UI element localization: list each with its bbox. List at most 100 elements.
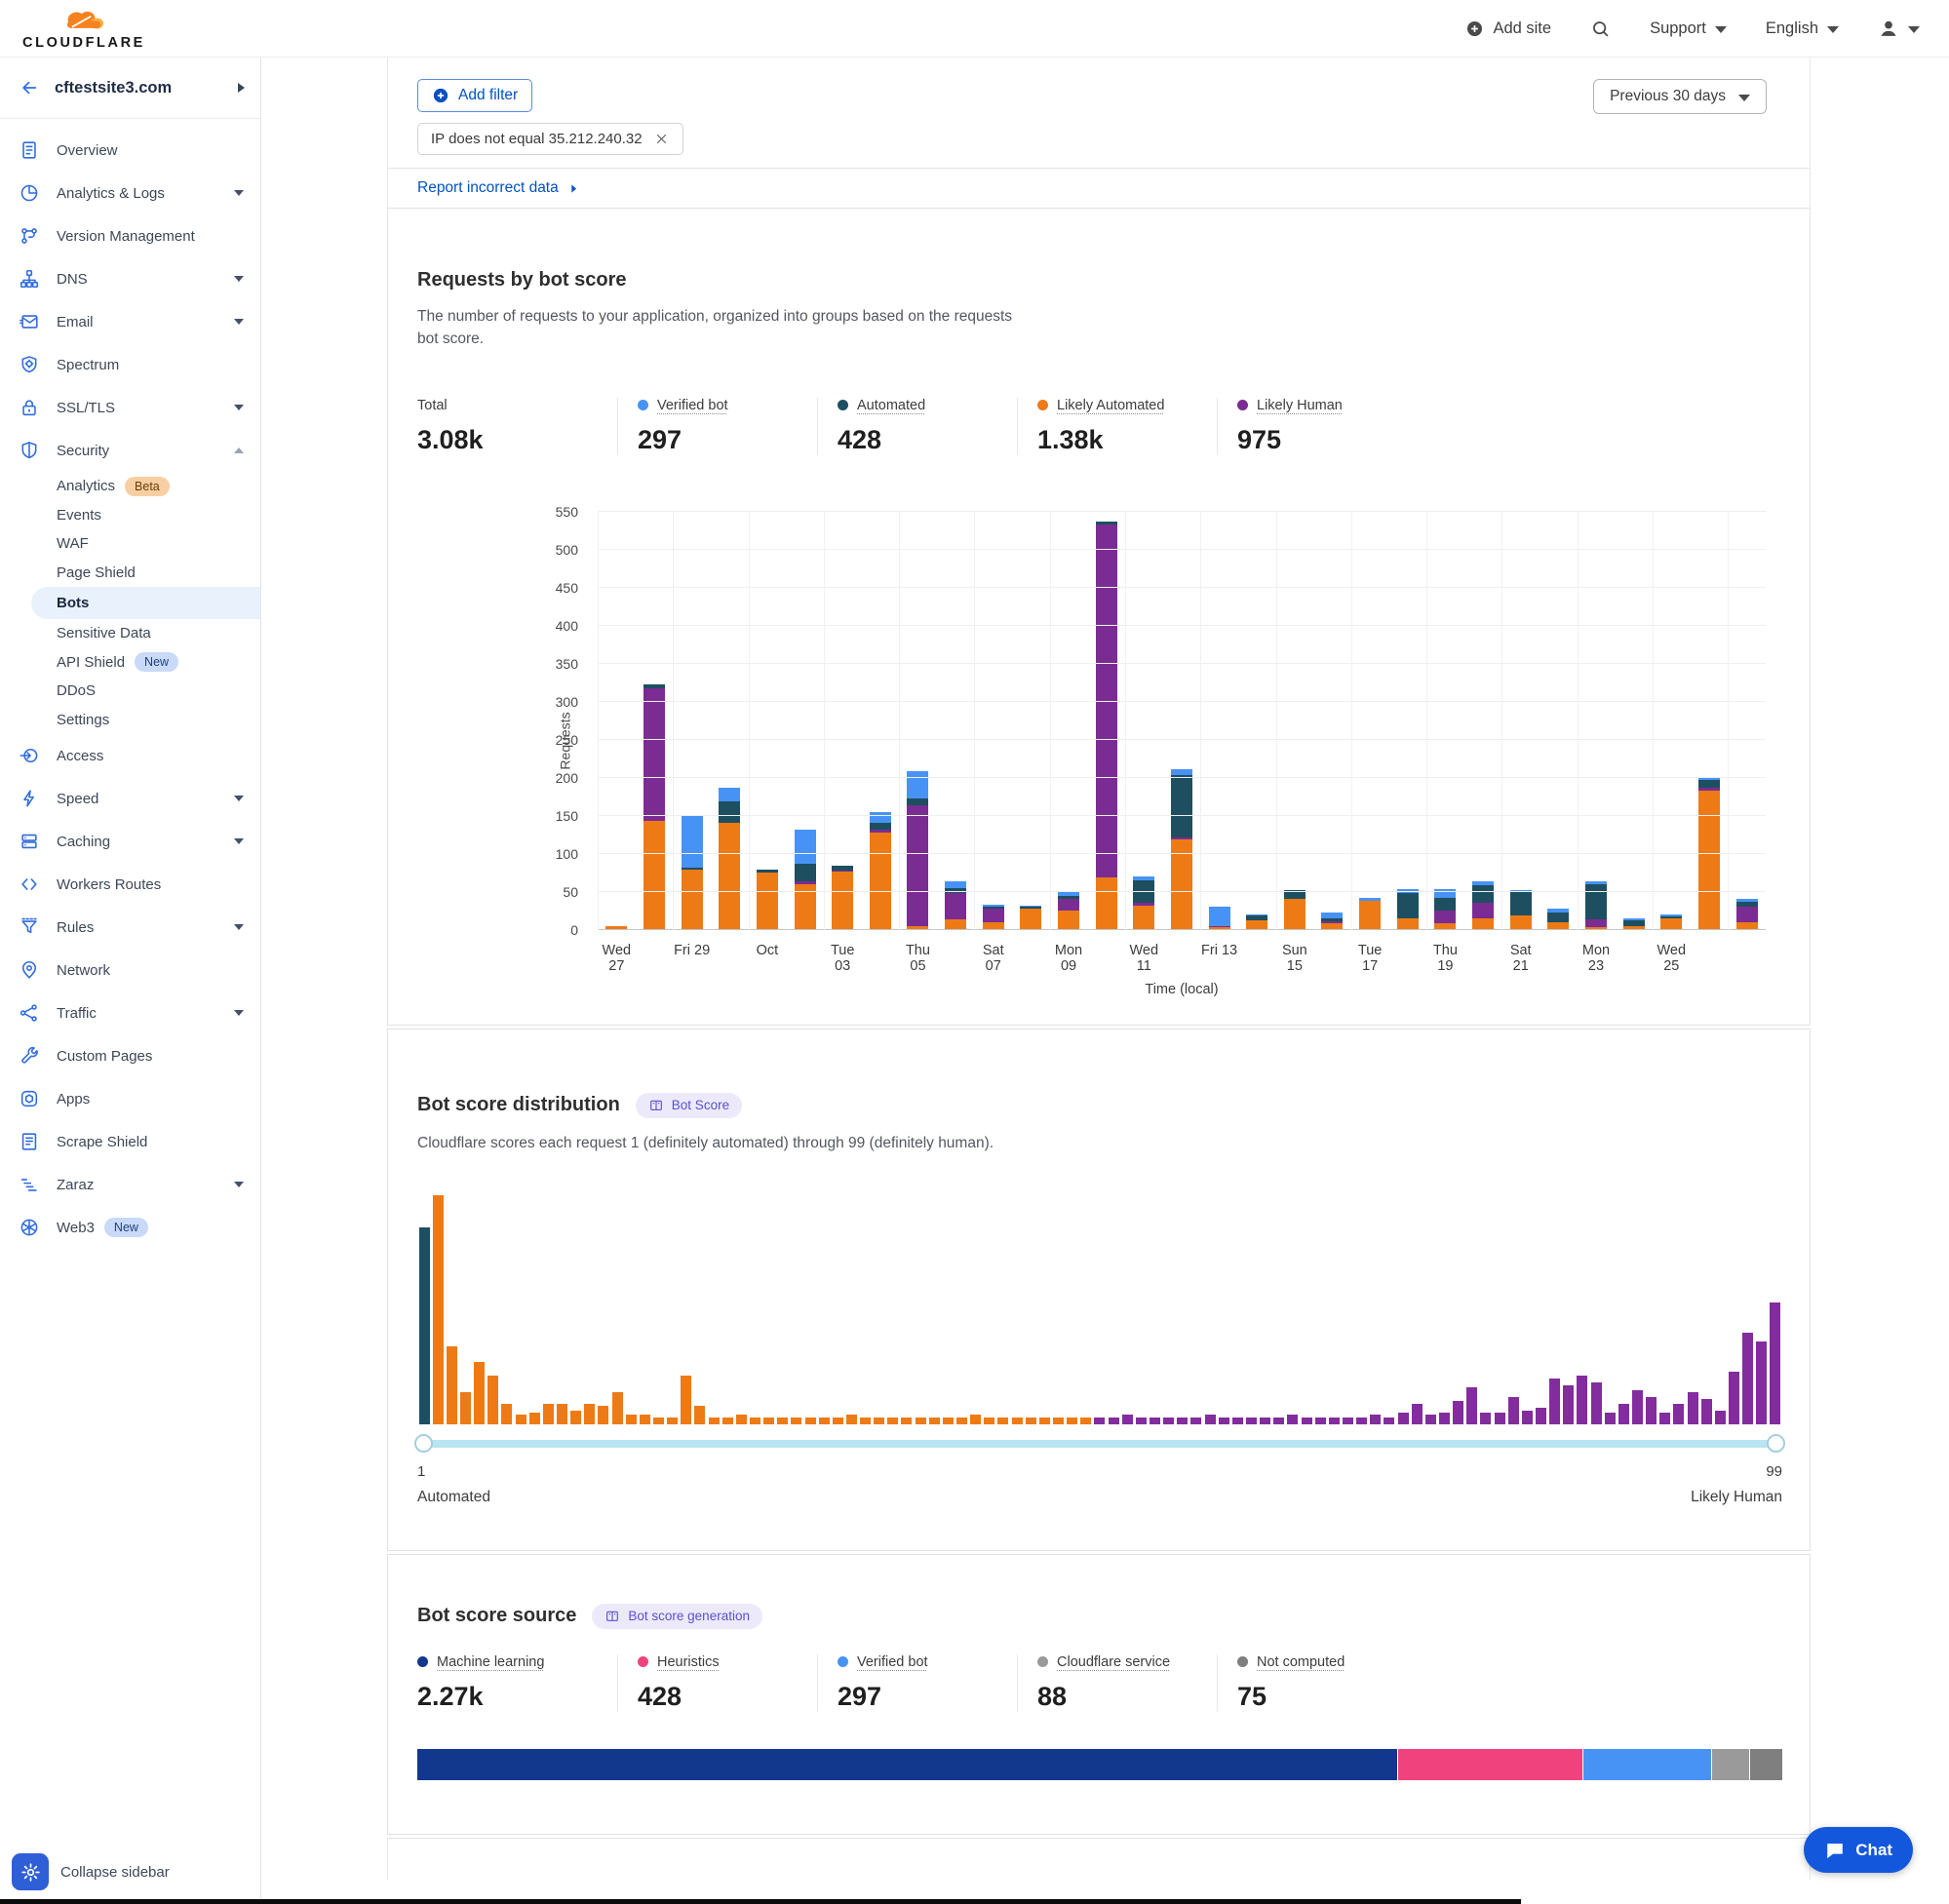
hist-bar-score-39[interactable] [941, 1418, 955, 1424]
sidebar-item-analytics-logs[interactable]: Analytics & Logs [0, 172, 260, 214]
hist-bar-score-29[interactable] [803, 1418, 817, 1424]
hist-bar-score-32[interactable] [844, 1415, 858, 1423]
hist-bar-score-16[interactable] [624, 1415, 638, 1423]
bar-wed-11[interactable] [1125, 876, 1163, 930]
hist-bar-score-94[interactable] [1699, 1399, 1713, 1424]
hist-bar-score-37[interactable] [914, 1418, 927, 1424]
hist-bar-score-52[interactable] [1120, 1415, 1134, 1423]
hist-bar-score-6[interactable] [487, 1376, 500, 1423]
hist-bar-score-7[interactable] [500, 1404, 514, 1424]
hist-bar-score-25[interactable] [748, 1418, 761, 1424]
hist-bar-score-76[interactable] [1452, 1401, 1465, 1424]
hist-bar-score-43[interactable] [996, 1418, 1010, 1424]
hist-bar-score-4[interactable] [458, 1392, 472, 1424]
hist-bar-score-67[interactable] [1327, 1418, 1341, 1424]
hist-bar-score-86[interactable] [1589, 1382, 1603, 1423]
bar-mon-16[interactable] [1313, 913, 1351, 929]
sidebar-subitem-sensitive-data[interactable]: Sensitive Data [0, 619, 260, 648]
sidebar-subitem-analytics[interactable]: AnalyticsBeta [0, 472, 260, 501]
bar-wed-25[interactable] [1653, 914, 1691, 930]
hist-bar-score-36[interactable] [900, 1418, 914, 1424]
hist-bar-score-80[interactable] [1506, 1397, 1520, 1424]
hist-bar-score-61[interactable] [1244, 1418, 1258, 1424]
hist-bar-score-44[interactable] [1010, 1418, 1024, 1424]
sidebar-subitem-events[interactable]: Events [0, 501, 260, 530]
hist-bar-score-79[interactable] [1493, 1413, 1506, 1424]
bar-thu-19[interactable] [1426, 889, 1464, 929]
chevron-right-icon[interactable] [238, 83, 245, 93]
bar-tue-10[interactable] [1087, 522, 1125, 930]
hist-bar-score-46[interactable] [1037, 1418, 1051, 1424]
hist-bar-score-89[interactable] [1630, 1390, 1644, 1424]
hist-bar-score-60[interactable] [1230, 1418, 1244, 1424]
hist-bar-score-91[interactable] [1658, 1413, 1672, 1424]
sidebar-item-speed[interactable]: Speed [0, 777, 260, 820]
hist-bar-score-35[interactable] [886, 1418, 900, 1424]
sidebar-subitem-api-shield[interactable]: API ShieldNew [0, 648, 260, 678]
hist-bar-score-40[interactable] [955, 1418, 968, 1424]
sidebar-item-version-management[interactable]: Version Management [0, 214, 260, 257]
bar-tue-17[interactable] [1351, 898, 1389, 930]
bar-sun-08[interactable] [1012, 906, 1050, 930]
hist-bar-score-48[interactable] [1066, 1418, 1079, 1424]
add-site-button[interactable]: Add site [1465, 19, 1551, 38]
bar-fri-13[interactable] [1200, 907, 1238, 929]
hist-bar-score-54[interactable] [1148, 1418, 1161, 1424]
score-range-slider[interactable] [417, 1440, 1782, 1448]
slider-handle-max[interactable] [1767, 1434, 1785, 1453]
hist-bar-score-17[interactable] [638, 1415, 651, 1423]
chat-button[interactable]: Chat [1804, 1827, 1913, 1873]
bar-thu-05[interactable] [899, 771, 937, 929]
hist-bar-score-84[interactable] [1562, 1385, 1576, 1424]
hist-bar-score-18[interactable] [651, 1418, 665, 1424]
bot-score-generation-badge[interactable]: Bot score generation [592, 1604, 762, 1629]
bot-score-docs-badge[interactable]: Bot Score [636, 1093, 742, 1118]
hist-bar-score-38[interactable] [927, 1418, 941, 1424]
hist-bar-score-42[interactable] [983, 1418, 996, 1424]
hist-bar-score-45[interactable] [1024, 1418, 1037, 1424]
sidebar-item-overview[interactable]: Overview [0, 129, 260, 172]
hist-bar-score-65[interactable] [1300, 1418, 1313, 1424]
sidebar-subitem-ddos[interactable]: DDoS [0, 677, 260, 706]
hist-bar-score-27[interactable] [776, 1418, 790, 1424]
hist-bar-score-31[interactable] [831, 1418, 844, 1424]
hist-bar-score-73[interactable] [1410, 1404, 1423, 1424]
hist-bar-score-21[interactable] [693, 1406, 707, 1424]
bar-thu-12[interactable] [1163, 769, 1201, 930]
close-icon[interactable] [653, 131, 670, 147]
search-button[interactable] [1590, 19, 1611, 39]
back-arrow-icon[interactable] [19, 78, 39, 97]
hist-bar-score-3[interactable] [445, 1346, 458, 1424]
hist-bar-score-83[interactable] [1548, 1379, 1562, 1424]
sidebar-item-web3[interactable]: Web3New [0, 1206, 260, 1249]
cloudflare-logo[interactable]: CLOUDFLARE [21, 7, 146, 51]
hist-bar-score-26[interactable] [762, 1418, 776, 1424]
support-menu[interactable]: Support [1650, 19, 1727, 38]
bar-sat-07[interactable] [974, 905, 1012, 930]
sidebar-item-scrape-shield[interactable]: Scrape Shield [0, 1120, 260, 1163]
hist-bar-score-62[interactable] [1259, 1418, 1272, 1424]
hist-bar-score-87[interactable] [1603, 1413, 1617, 1424]
hist-bar-score-81[interactable] [1520, 1411, 1534, 1424]
sidebar-subitem-waf[interactable]: WAF [0, 529, 260, 559]
bar-wed-18[interactable] [1388, 889, 1426, 929]
bar-sun-22[interactable] [1540, 909, 1578, 929]
bar-sun-15[interactable] [1276, 890, 1314, 930]
site-selector[interactable]: cftestsite3.com [0, 58, 260, 119]
hist-bar-score-15[interactable] [610, 1392, 624, 1424]
hist-bar-score-47[interactable] [1051, 1418, 1065, 1424]
hist-bar-score-58[interactable] [1203, 1415, 1217, 1423]
hist-bar-score-34[interactable] [873, 1418, 886, 1424]
hist-bar-score-55[interactable] [1162, 1418, 1176, 1424]
hist-bar-score-14[interactable] [597, 1406, 610, 1424]
hist-bar-score-24[interactable] [734, 1415, 748, 1423]
bar-fri-20[interactable] [1464, 881, 1502, 930]
time-range-dropdown[interactable]: Previous 30 days [1593, 79, 1767, 114]
hist-bar-score-12[interactable] [569, 1411, 583, 1424]
hist-bar-score-28[interactable] [790, 1418, 803, 1424]
sidebar-item-traffic[interactable]: Traffic [0, 991, 260, 1034]
hist-bar-score-30[interactable] [817, 1418, 831, 1424]
hist-bar-score-41[interactable] [969, 1415, 983, 1423]
hist-bar-score-82[interactable] [1534, 1408, 1547, 1423]
bar-oct-01[interactable] [749, 870, 787, 930]
